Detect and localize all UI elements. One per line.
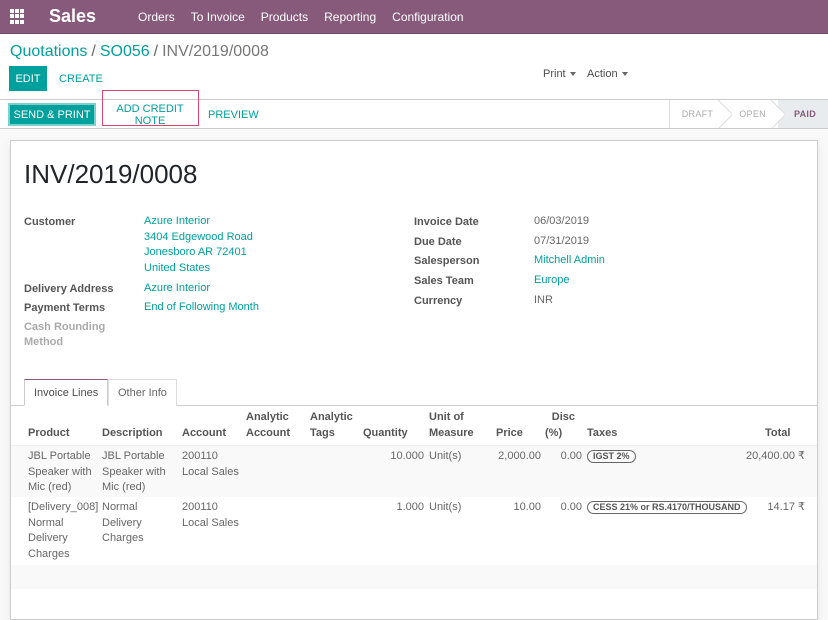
stage-open[interactable]: OPEN	[725, 100, 778, 128]
currency-label: Currency	[414, 295, 463, 307]
cell-account: 200110 Local Sales	[182, 501, 239, 529]
create-button[interactable]: CREATE	[54, 66, 108, 91]
th-total[interactable]: Total	[765, 425, 790, 441]
due-date-label: Due Date	[414, 236, 462, 248]
action-label: Action	[587, 68, 618, 80]
th-description[interactable]: Description	[102, 425, 163, 441]
tab-invoice-lines[interactable]: Invoice Lines	[24, 379, 109, 406]
invoice-date-value: 06/03/2019	[534, 215, 590, 227]
payment-terms-value[interactable]: End of Following Month	[144, 300, 259, 316]
menu-orders[interactable]: Orders	[138, 10, 175, 24]
invoice-title: INV/2019/0008	[24, 159, 198, 189]
payment-terms-label: Payment Terms	[24, 302, 106, 314]
cell-price: 10.00	[513, 501, 541, 513]
table-row-empty	[11, 565, 817, 589]
caret-down-icon	[569, 72, 576, 77]
table-row[interactable]: JBL Portable Speaker with Mic (red) JBL Po…	[11, 446, 817, 497]
chevron-right-icon	[718, 100, 732, 128]
notebook-tabs: Invoice Lines Other Info	[11, 379, 817, 406]
customer-city: Jonesboro AR 72401	[144, 246, 247, 258]
cell-quantity: 10.000	[390, 450, 424, 462]
tab-other-info[interactable]: Other Info	[108, 379, 177, 406]
cell-discount: 0.00	[560, 501, 582, 513]
cell-product: [Delivery_008] Normal Delivery Charges	[28, 501, 99, 560]
print-dropdown[interactable]: Print	[543, 68, 576, 80]
delivery-address-value[interactable]: Azure Interior	[144, 281, 210, 297]
th-analytic-account[interactable]: Analytic Account	[246, 409, 290, 441]
app-name: Sales	[49, 6, 97, 26]
preview-button[interactable]: PREVIEW	[208, 103, 259, 126]
invoice-sheet: INV/2019/0008 Customer Azure Interior 34…	[10, 140, 818, 620]
top-navbar: Sales Orders To Invoice Products Reporti…	[0, 0, 828, 34]
th-quantity[interactable]: Quantity	[363, 425, 408, 441]
cash-rounding-label: Cash Rounding Method	[24, 321, 106, 348]
breadcrumb: Quotations / SO056/INV/2019/0008	[10, 43, 269, 61]
customer-value[interactable]: Azure Interior 3404 Edgewood Road Jonesb…	[144, 214, 253, 276]
cell-total: 14.17 ₹	[767, 501, 805, 513]
customer-country: United States	[144, 261, 211, 274]
cell-uom: Unit(s)	[429, 450, 462, 462]
delivery-address-label: Delivery Address	[24, 283, 114, 295]
caret-down-icon	[621, 72, 628, 77]
breadcrumb-separator: /	[153, 43, 159, 60]
print-label: Print	[543, 68, 566, 80]
cell-discount: 0.00	[560, 450, 582, 462]
th-price[interactable]: Price	[496, 425, 523, 441]
cell-total: 20,400.00 ₹	[746, 450, 805, 462]
salesperson-label: Salesperson	[414, 255, 480, 267]
customer-street: 3404 Edgewood Road	[144, 230, 253, 243]
cell-quantity: 1.000	[396, 501, 424, 513]
sales-team-label: Sales Team	[414, 275, 474, 287]
breadcrumb-current: INV/2019/0008	[162, 43, 269, 60]
status-bar: SEND & PRINT ADD CREDIT NOTE PREVIEW DRA…	[0, 90, 828, 129]
th-account[interactable]: Account	[182, 425, 226, 441]
add-credit-note-button[interactable]: ADD CREDIT NOTE	[102, 103, 198, 127]
action-dropdown[interactable]: Action	[587, 68, 628, 80]
th-analytic-tags[interactable]: Analytic Tags	[310, 409, 353, 441]
due-date-value: 07/31/2019	[534, 235, 590, 247]
invoice-date-label: Invoice Date	[414, 216, 479, 228]
customer-label: Customer	[24, 216, 76, 228]
stage-draft[interactable]: DRAFT	[670, 100, 726, 128]
stage-pipeline: DRAFT OPEN PAID	[668, 100, 828, 128]
cell-uom: Unit(s)	[429, 501, 462, 513]
breadcrumb-so056[interactable]: SO056	[100, 43, 150, 60]
menu-products[interactable]: Products	[261, 10, 308, 24]
tax-badge: IGST 2%	[587, 450, 636, 463]
cell-description: JBL Portable Speaker with Mic (red)	[102, 450, 166, 493]
chevron-right-icon	[771, 100, 785, 128]
cell-taxes: IGST 2%	[587, 449, 636, 465]
th-discount[interactable]: Disc (%)	[545, 409, 575, 441]
th-unit-of-measure[interactable]: Unit of Measure	[429, 409, 474, 441]
app-grid-icon[interactable]	[10, 8, 26, 25]
menu-reporting[interactable]: Reporting	[324, 10, 376, 24]
currency-value: INR	[534, 294, 553, 306]
invoice-lines-table: Product Description Account Analytic Acco…	[11, 406, 817, 589]
salesperson-value[interactable]: Mitchell Admin	[534, 253, 605, 269]
cell-price: 2,000.00	[498, 450, 541, 462]
th-taxes[interactable]: Taxes	[587, 425, 617, 441]
cell-product: JBL Portable Speaker with Mic (red)	[28, 450, 92, 493]
menu-to-invoice[interactable]: To Invoice	[191, 10, 245, 24]
send-print-button[interactable]: SEND & PRINT	[8, 103, 96, 126]
stage-paid[interactable]: PAID	[777, 100, 828, 128]
customer-name: Azure Interior	[144, 215, 211, 227]
th-product[interactable]: Product	[28, 425, 70, 441]
breadcrumb-quotations[interactable]: Quotations	[10, 43, 87, 60]
table-header: Product Description Account Analytic Acco…	[11, 406, 817, 446]
control-panel: Quotations / SO056/INV/2019/0008 EDIT CREA…	[0, 34, 828, 100]
edit-button[interactable]: EDIT	[9, 66, 47, 91]
menu-configuration[interactable]: Configuration	[392, 10, 463, 24]
cell-description: Normal Delivery Charges	[102, 501, 144, 544]
table-row[interactable]: [Delivery_008] Normal Delivery Charges Norm…	[11, 497, 817, 565]
breadcrumb-separator: /	[91, 43, 96, 60]
cell-account: 200110 Local Sales	[182, 450, 239, 478]
sales-team-value[interactable]: Europe	[534, 273, 569, 289]
